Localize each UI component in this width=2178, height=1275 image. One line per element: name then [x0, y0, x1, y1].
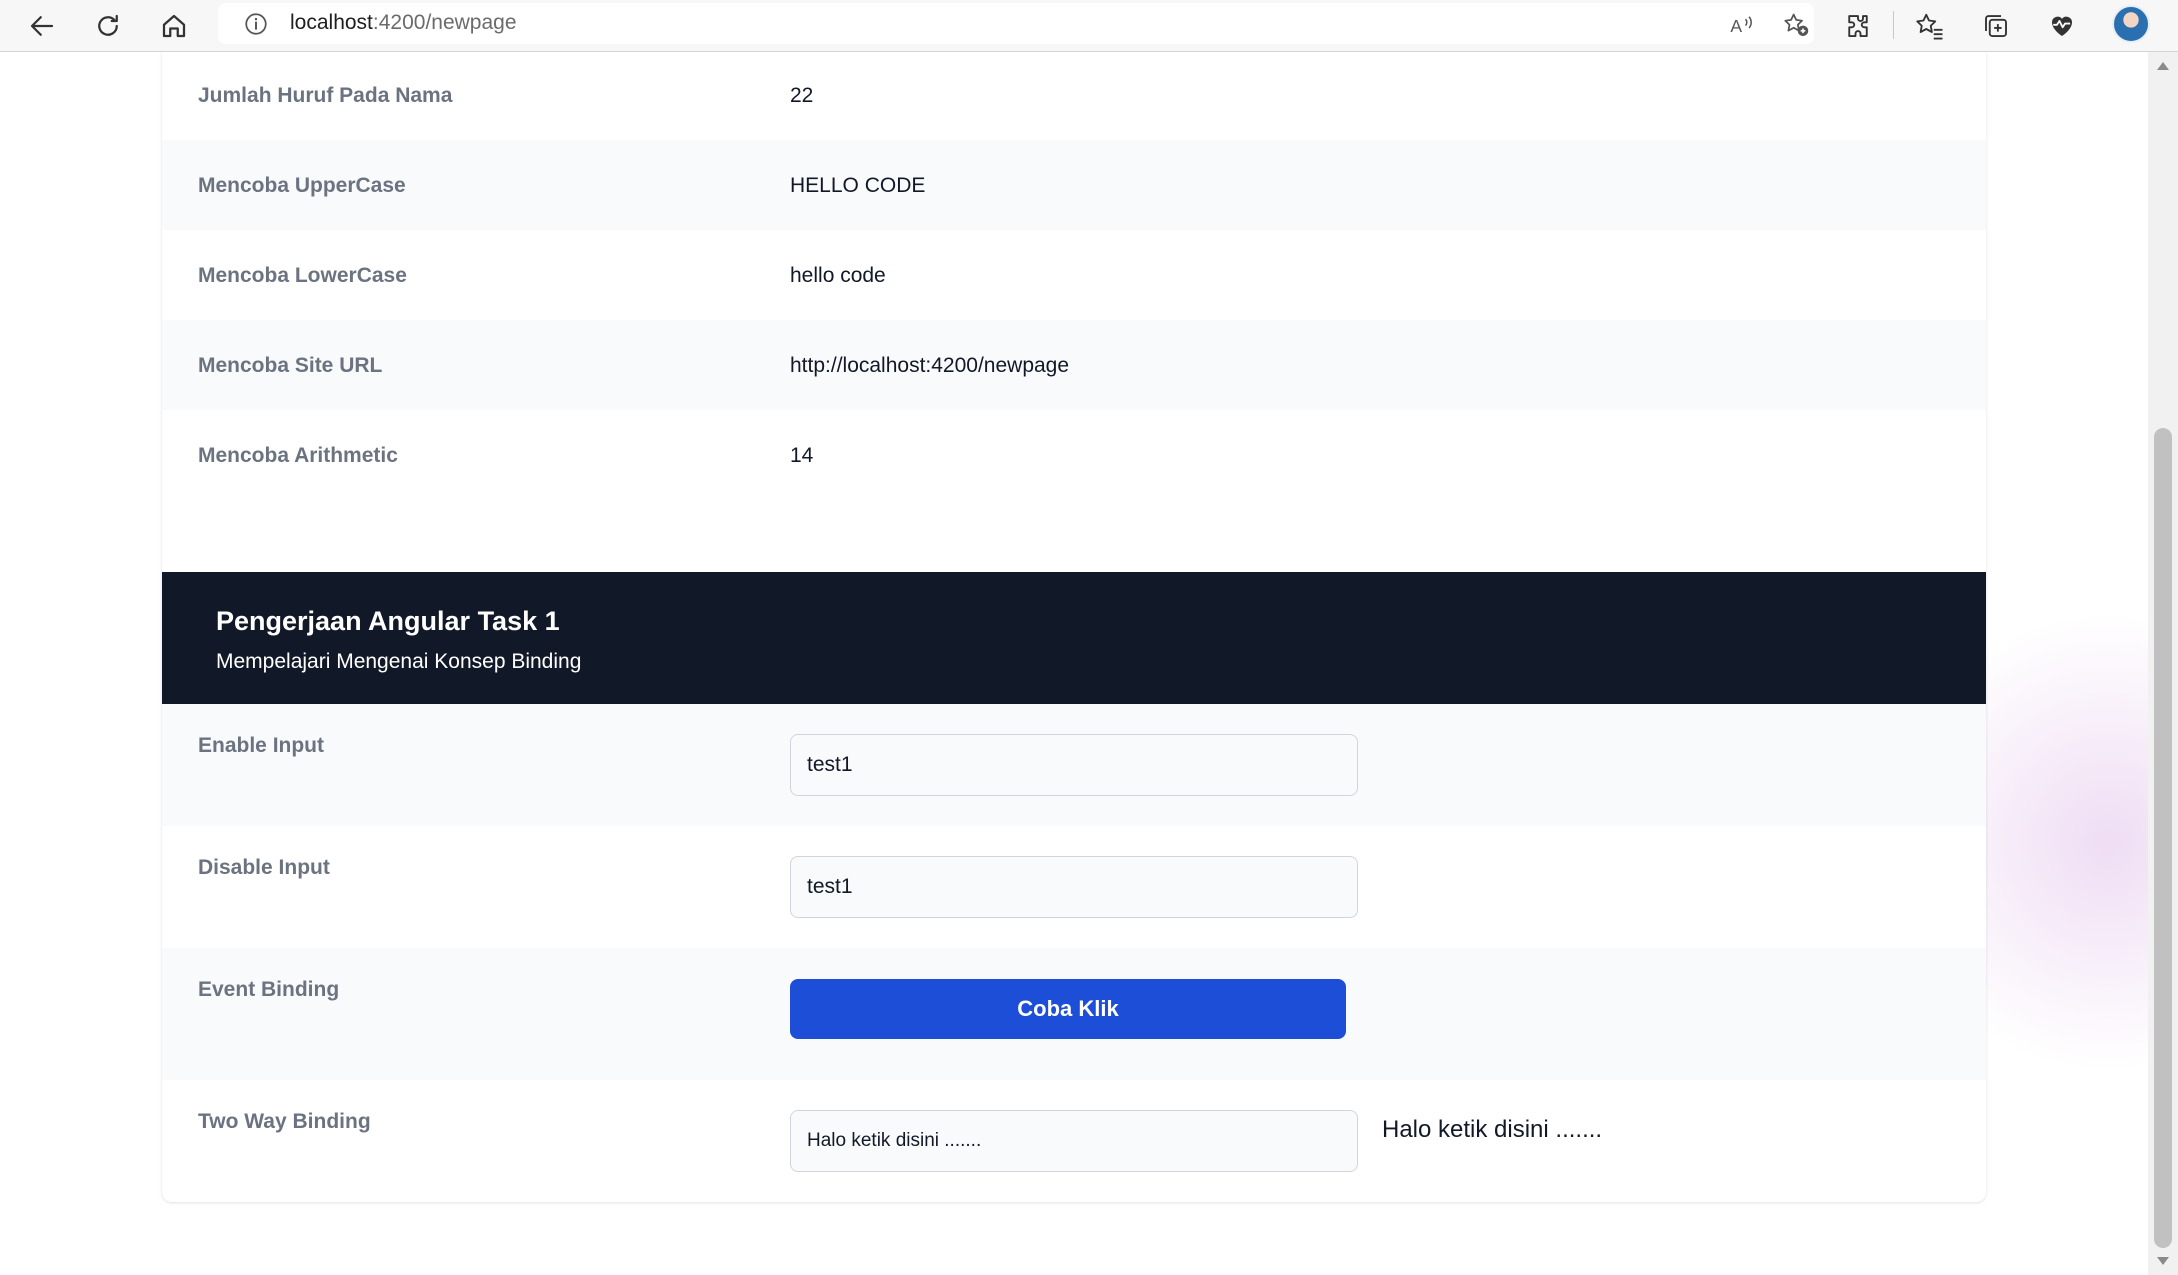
browser-essentials-icon[interactable]	[2042, 6, 2082, 46]
scrollbar-thumb[interactable]	[2154, 428, 2172, 1248]
coba-klik-button[interactable]: Coba Klik	[790, 979, 1346, 1039]
row-value: 22	[790, 84, 814, 107]
row-value: 14	[790, 444, 814, 467]
binding-row-event-binding: Event Binding Coba Klik	[162, 948, 1986, 1080]
section-title: Pengerjaan Angular Task 1	[216, 606, 560, 636]
property-row-site-url: Mencoba Site URL http://localhost:4200/n…	[162, 320, 1986, 410]
url-path: :4200/newpage	[372, 11, 517, 34]
favorites-icon[interactable]	[1910, 6, 1950, 46]
binding-row-two-way: Two Way Binding Halo ketik disini ......…	[162, 1080, 1986, 1202]
scroll-down-icon[interactable]	[2157, 1257, 2169, 1265]
svg-text:A: A	[1730, 16, 1742, 36]
two-way-input-field[interactable]	[790, 1110, 1358, 1172]
property-row-lowercase: Mencoba LowerCase hello code	[162, 230, 1986, 320]
property-row-name-length: Jumlah Huruf Pada Nama 22	[162, 52, 1986, 140]
row-value: HELLO CODE	[790, 174, 926, 197]
url-host: localhost	[290, 11, 373, 34]
property-row-arithmetic: Mencoba Arithmetic 14	[162, 410, 1986, 572]
collections-icon[interactable]	[1976, 6, 2016, 46]
section-subtitle: Mempelajari Mengenai Konsep Binding	[216, 650, 582, 673]
back-arrow-icon	[30, 16, 54, 36]
row-label: Jumlah Huruf Pada Nama	[198, 84, 453, 107]
binding-row-disable-input: Disable Input	[162, 826, 1986, 948]
row-label: Enable Input	[198, 734, 324, 757]
add-favorite-icon[interactable]	[1780, 9, 1812, 41]
toolbar-separator	[1893, 11, 1894, 39]
row-label: Mencoba UpperCase	[198, 174, 406, 197]
home-icon	[162, 14, 186, 38]
content-card: Jumlah Huruf Pada Nama 22 Mencoba UpperC…	[162, 52, 1986, 1202]
two-way-echo-text: Halo ketik disini .......	[1382, 1116, 1603, 1143]
enable-input-field[interactable]	[790, 734, 1358, 796]
binding-row-enable-input: Enable Input	[162, 704, 1986, 826]
address-bar[interactable]: localhost:4200/newpage A	[218, 3, 1814, 44]
refresh-icon	[98, 14, 118, 36]
row-label: Disable Input	[198, 856, 330, 879]
extensions-icon[interactable]	[1838, 6, 1878, 46]
browser-toolbar: localhost:4200/newpage A	[0, 0, 2178, 52]
row-value: hello code	[790, 264, 886, 287]
row-label: Two Way Binding	[198, 1110, 371, 1133]
profile-avatar[interactable]	[2112, 5, 2150, 43]
read-aloud-icon[interactable]: A	[1726, 9, 1758, 41]
row-value: http://localhost:4200/newpage	[790, 354, 1070, 377]
page-viewport: Jumlah Huruf Pada Nama 22 Mencoba UpperC…	[0, 52, 2148, 1275]
property-row-uppercase: Mencoba UpperCase HELLO CODE	[162, 140, 1986, 230]
row-label: Mencoba Site URL	[198, 354, 383, 377]
vertical-scrollbar[interactable]	[2148, 52, 2178, 1275]
disable-input-field	[790, 856, 1358, 918]
section-header: Pengerjaan Angular Task 1 Mempelajari Me…	[162, 572, 1986, 704]
url-text[interactable]: localhost:4200/newpage	[290, 11, 517, 35]
info-icon[interactable]	[242, 10, 270, 38]
scroll-up-icon[interactable]	[2157, 62, 2169, 70]
back-button[interactable]	[20, 4, 64, 48]
row-label: Event Binding	[198, 978, 340, 1001]
home-button[interactable]	[152, 4, 196, 48]
row-label: Mencoba Arithmetic	[198, 444, 398, 467]
refresh-button[interactable]	[86, 4, 130, 48]
row-label: Mencoba LowerCase	[198, 264, 407, 287]
